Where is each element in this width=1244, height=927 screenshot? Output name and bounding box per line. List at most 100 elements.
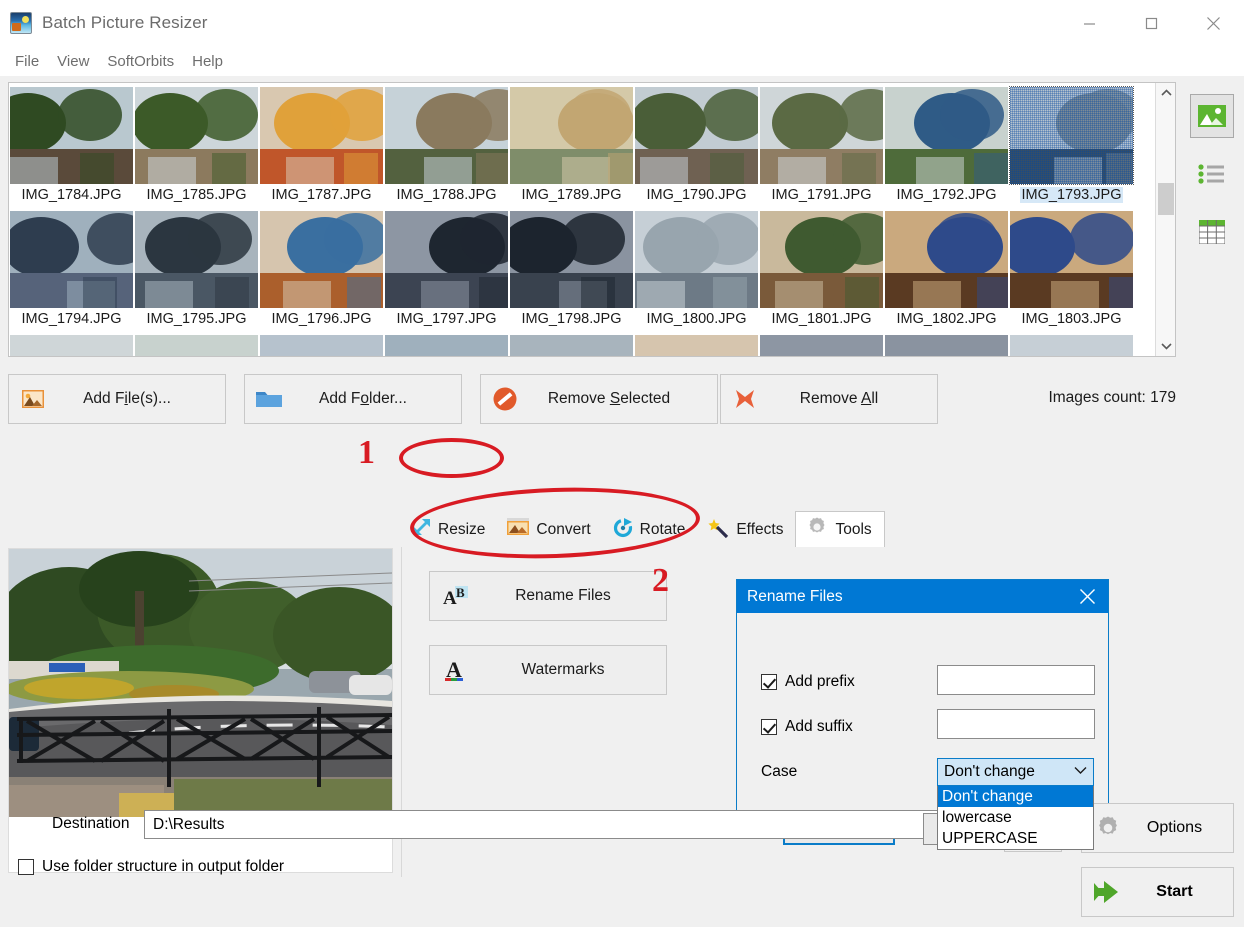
thumbnail-item[interactable]: IMG_1795.JPG xyxy=(134,207,259,331)
case-option[interactable]: lowercase xyxy=(938,807,1093,828)
case-option-list[interactable]: Don't change lowercase UPPERCASE xyxy=(937,786,1094,850)
thumbnail-item[interactable] xyxy=(9,331,134,356)
thumbnail-item[interactable]: IMG_1793.JPG xyxy=(1009,83,1134,207)
add-suffix-row[interactable]: Add suffix xyxy=(761,718,853,736)
watermarks-button[interactable]: A Watermarks xyxy=(429,645,667,695)
add-prefix-row[interactable]: Add prefix xyxy=(761,673,855,691)
watermarks-label: Watermarks xyxy=(521,661,605,678)
scroll-up-icon[interactable] xyxy=(1156,83,1175,103)
destination-value: D:\Results xyxy=(153,815,225,833)
start-button[interactable]: Start xyxy=(1081,867,1234,917)
remove-selected-button[interactable]: Remove Selected xyxy=(480,374,718,424)
thumbnail-item[interactable]: IMG_1788.JPG xyxy=(384,83,509,207)
thumbnail-item[interactable]: IMG_1798.JPG xyxy=(509,207,634,331)
thumbnail-item[interactable] xyxy=(384,331,509,356)
main-body: IMG_1784.JPG IMG_1785.JPG IMG_1787.JPG IMG_… xyxy=(0,76,1244,927)
thumbnail-image xyxy=(1010,335,1133,356)
thumbnail-image xyxy=(10,335,133,356)
thumbnail-item[interactable]: IMG_1787.JPG xyxy=(259,83,384,207)
thumbnail-image xyxy=(760,87,883,184)
maximize-button[interactable] xyxy=(1120,0,1182,46)
case-option[interactable]: UPPERCASE xyxy=(938,828,1093,849)
rename-files-button[interactable]: A B Rename Files xyxy=(429,571,667,621)
thumbnail-item[interactable]: IMG_1785.JPG xyxy=(134,83,259,207)
thumbnail-item[interactable]: IMG_1790.JPG xyxy=(634,83,759,207)
close-icon[interactable] xyxy=(1066,580,1108,613)
remove-all-button[interactable]: Remove All xyxy=(720,374,938,424)
thumbnail-item[interactable]: IMG_1797.JPG xyxy=(384,207,509,331)
thumbnail-image xyxy=(10,211,133,308)
thumbnail-filename: IMG_1789.JPG xyxy=(521,187,622,203)
remove-all-label: Remove All xyxy=(799,390,879,407)
menu-item-view[interactable]: View xyxy=(48,50,98,73)
add-prefix-input[interactable] xyxy=(937,665,1095,695)
thumbnail-view-icon[interactable] xyxy=(1190,94,1234,138)
tab-convert[interactable]: Convert xyxy=(497,513,603,547)
thumbnail-item[interactable] xyxy=(759,331,884,356)
thumbnail-item[interactable] xyxy=(884,331,1009,356)
thumbnail-item[interactable]: IMG_1803.JPG xyxy=(1009,207,1134,331)
thumbnail-item[interactable]: IMG_1792.JPG xyxy=(884,83,1009,207)
thumbnail-item[interactable]: IMG_1796.JPG xyxy=(259,207,384,331)
tab-resize[interactable]: Resize xyxy=(401,513,498,547)
thumbnail-item[interactable]: IMG_1789.JPG xyxy=(509,83,634,207)
thumbnail-item[interactable] xyxy=(259,331,384,356)
use-folder-structure-checkbox[interactable] xyxy=(18,859,34,875)
watermark-a-icon: A xyxy=(430,658,482,682)
tab-tools[interactable]: Tools xyxy=(795,511,885,547)
thumbnail-image xyxy=(260,335,383,356)
thumbnail-item[interactable]: IMG_1794.JPG xyxy=(9,207,134,331)
start-label: Start xyxy=(1156,883,1193,900)
thumbnail-image xyxy=(1010,211,1133,308)
scroll-down-icon[interactable] xyxy=(1156,336,1175,356)
thumbnail-image xyxy=(885,335,1008,356)
tab-rotate[interactable]: Rotate xyxy=(602,513,698,547)
menu-item-help[interactable]: Help xyxy=(183,50,232,73)
dialog-title-label: Rename Files xyxy=(747,587,843,605)
thumbnail-item[interactable] xyxy=(1009,331,1134,356)
minimize-button[interactable] xyxy=(1058,0,1120,46)
add-folder-button[interactable]: Add Folder... xyxy=(244,374,462,424)
dialog-body: Add prefix Add suffix Case Cancel Don't … xyxy=(737,613,1108,850)
thumbnail-filename: IMG_1787.JPG xyxy=(271,187,372,203)
tab-effects[interactable]: Effects xyxy=(697,513,796,547)
thumbnail-item[interactable] xyxy=(634,331,759,356)
menu-item-file[interactable]: File xyxy=(6,50,48,73)
app-picture-icon xyxy=(10,12,32,34)
case-option[interactable]: Don't change xyxy=(938,786,1093,807)
add-suffix-input[interactable] xyxy=(937,709,1095,739)
thumbnail-item[interactable]: IMG_1801.JPG xyxy=(759,207,884,331)
add-files-button[interactable]: Add File(s)... xyxy=(8,374,226,424)
rotate-circular-icon xyxy=(613,517,633,543)
thumbnail-item[interactable]: IMG_1791.JPG xyxy=(759,83,884,207)
thumbnail-list[interactable]: IMG_1784.JPG IMG_1785.JPG IMG_1787.JPG IMG_… xyxy=(8,82,1176,357)
options-label: Options xyxy=(1146,819,1203,836)
menu-item-softorbits[interactable]: SoftOrbits xyxy=(98,50,183,73)
destination-combo[interactable]: D:\Results xyxy=(144,810,990,839)
thumbnail-item[interactable]: IMG_1784.JPG xyxy=(9,83,134,207)
use-folder-structure-label: Use folder structure in output folder xyxy=(42,858,285,875)
case-select[interactable]: Don't change xyxy=(937,758,1094,786)
scrollbar-thumb[interactable] xyxy=(1158,183,1174,215)
thumbnail-image xyxy=(760,211,883,308)
add-prefix-checkbox[interactable] xyxy=(761,674,777,690)
close-button[interactable] xyxy=(1182,0,1244,46)
list-view-icon[interactable] xyxy=(1190,152,1234,196)
thumbnail-item[interactable]: IMG_1800.JPG xyxy=(634,207,759,331)
thumbnail-filename: IMG_1795.JPG xyxy=(146,311,247,327)
add-suffix-checkbox[interactable] xyxy=(761,719,777,735)
table-view-icon[interactable] xyxy=(1190,210,1234,254)
remove-selected-label: Remove Selected xyxy=(547,390,671,407)
options-button[interactable]: Options xyxy=(1081,803,1234,853)
svg-text:A: A xyxy=(443,588,457,607)
window-controls xyxy=(1058,0,1244,46)
thumbnail-image xyxy=(385,87,508,184)
folder-icon xyxy=(245,389,293,409)
thumbnail-image xyxy=(760,335,883,356)
thumbnail-scrollbar[interactable] xyxy=(1155,83,1175,356)
thumbnail-item[interactable] xyxy=(509,331,634,356)
no-entry-icon xyxy=(481,386,529,412)
thumbnail-item[interactable]: IMG_1802.JPG xyxy=(884,207,1009,331)
thumbnail-item[interactable] xyxy=(134,331,259,356)
use-folder-structure-row[interactable]: Use folder structure in output folder xyxy=(18,858,284,876)
